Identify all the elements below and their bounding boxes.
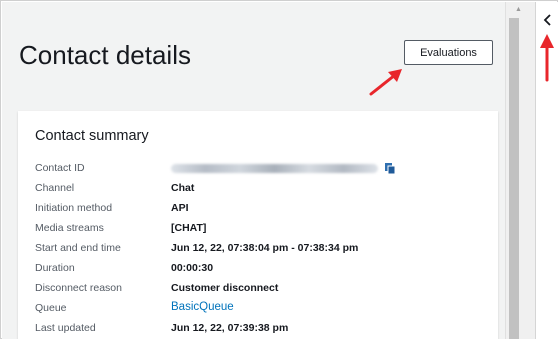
row-disconnect-reason: Disconnect reason Customer disconnect: [18, 282, 498, 300]
scrollbar-thumb[interactable]: [509, 18, 519, 339]
channel-label: Channel: [35, 182, 75, 194]
row-initiation-method: Initiation method API: [18, 202, 498, 220]
chevron-left-icon[interactable]: [542, 13, 554, 27]
contact-details-page: Contact details Evaluations Contact summ…: [2, 2, 505, 339]
start-end-time-label: Start and end time: [35, 242, 121, 254]
initiation-method-label: Initiation method: [35, 202, 113, 214]
contact-summary-card: Contact summary Contact ID Channel Chat …: [18, 111, 498, 339]
contact-summary-title: Contact summary: [35, 128, 149, 144]
red-arrow-icon: [540, 34, 554, 82]
copy-icon[interactable]: [384, 162, 397, 175]
media-streams-value: [CHAT]: [171, 222, 207, 234]
last-updated-label: Last updated: [35, 322, 96, 334]
scroll-up-icon[interactable]: ▲: [515, 6, 522, 13]
initiation-method-value: API: [171, 202, 189, 214]
red-arrow-icon: [369, 69, 402, 96]
row-channel: Channel Chat: [18, 182, 498, 200]
row-media-streams: Media streams [CHAT]: [18, 222, 498, 240]
disconnect-reason-value: Customer disconnect: [171, 282, 279, 294]
last-updated-value: Jun 12, 22, 07:39:38 pm: [171, 322, 289, 334]
disconnect-reason-label: Disconnect reason: [35, 282, 122, 294]
row-contact-id: Contact ID: [18, 162, 498, 180]
duration-label: Duration: [35, 262, 75, 274]
side-panel: [535, 2, 558, 339]
duration-value: 00:00:30: [171, 262, 214, 274]
channel-value: Chat: [171, 182, 195, 194]
evaluations-button[interactable]: Evaluations: [404, 40, 493, 65]
vertical-scrollbar[interactable]: ▲: [505, 2, 535, 339]
app-frame: Contact details Evaluations Contact summ…: [0, 0, 558, 339]
queue-label: Queue: [35, 302, 67, 314]
start-end-time-value: Jun 12, 22, 07:38:04 pm - 07:38:34 pm: [171, 242, 359, 254]
page-title: Contact details: [19, 40, 191, 70]
row-start-end-time: Start and end time Jun 12, 22, 07:38:04 …: [18, 242, 498, 260]
row-duration: Duration 00:00:30: [18, 262, 498, 280]
queue-link[interactable]: BasicQueue: [171, 301, 234, 313]
media-streams-label: Media streams: [35, 222, 104, 234]
row-last-updated: Last updated Jun 12, 22, 07:39:38 pm: [18, 322, 498, 339]
row-queue: Queue BasicQueue: [18, 301, 498, 320]
contact-id-value-redacted: [171, 164, 378, 173]
contact-id-label: Contact ID: [35, 162, 85, 174]
